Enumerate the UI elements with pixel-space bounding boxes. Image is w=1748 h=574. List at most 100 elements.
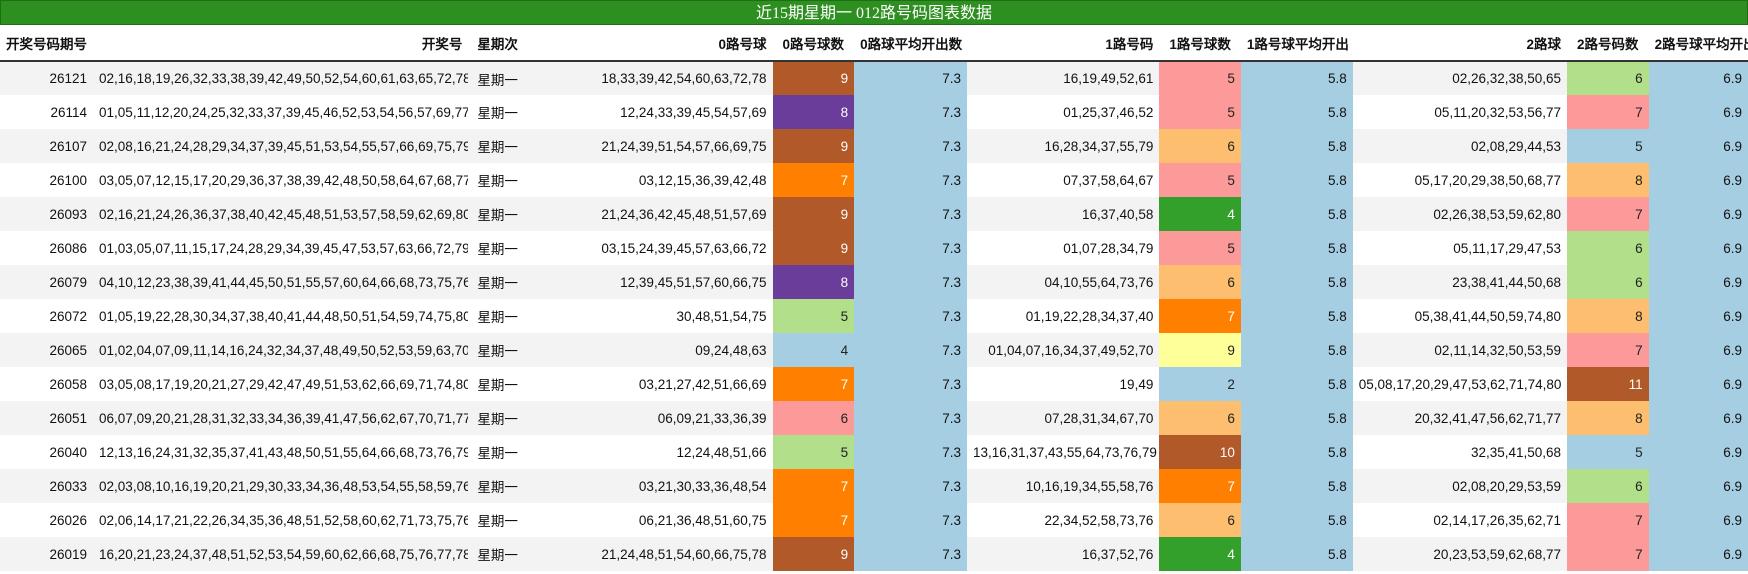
col-header-r1-count: 1路号球数 xyxy=(1159,25,1241,62)
cell-period: 26058 xyxy=(49,376,88,392)
cell-period: 26121 xyxy=(0,61,94,95)
cell-r1-count: 5 xyxy=(1159,163,1241,197)
cell-r2-avg: 6.9 xyxy=(1648,367,1748,401)
cell-r0-balls: 06,21,36,48,51,60,75 xyxy=(638,512,767,528)
cell-r1-count: 7 xyxy=(1159,299,1241,333)
cell-r1-avg: 5.8 xyxy=(1240,95,1353,129)
cell-r2-balls: 02,26,38,53,59,62,80 xyxy=(1352,197,1568,231)
cell-r2-balls: 02,14,17,26,35,62,71 xyxy=(1433,512,1562,528)
col-header-r1-balls: 1路号码 xyxy=(966,25,1160,62)
cell-r1-avg: 5.8 xyxy=(1240,469,1353,503)
cell-r2-balls: 02,08,29,44,53 xyxy=(1352,129,1568,163)
cell-r2-avg: 6.9 xyxy=(1648,469,1748,503)
cell-numbers: 02,03,08,10,16,19,20,21,29,30,33,34,36,4… xyxy=(93,469,469,503)
cell-weekday: 星期一 xyxy=(477,514,518,529)
cell-r2-count: 5 xyxy=(1567,435,1649,469)
cell-r0-avg: 7.3 xyxy=(854,503,967,537)
cell-r0-avg: 7.3 xyxy=(854,163,967,197)
table-row: 26114 01,05,11,12,20,24,25,32,33,37,39,45… xyxy=(0,95,1748,129)
cell-r2-balls: 05,11,17,29,47,53 xyxy=(1453,240,1562,256)
cell-r0-avg: 7.3 xyxy=(854,537,967,571)
cell-r2-avg: 6.9 xyxy=(1648,333,1748,367)
cell-r0-count: 9 xyxy=(772,537,855,571)
cell-period: 26065 xyxy=(0,333,94,367)
cell-r2-balls: 32,35,41,50,68 xyxy=(1470,444,1562,460)
cell-r0-balls: 21,24,48,51,54,60,66,75,78 xyxy=(526,537,773,571)
cell-r0-count: 7 xyxy=(772,367,855,401)
cell-r0-balls: 18,33,39,42,54,60,63,72,78 xyxy=(526,61,773,95)
cell-r2-count: 7 xyxy=(1567,537,1649,571)
cell-r2-count: 7 xyxy=(1567,95,1649,129)
cell-r0-avg: 7.3 xyxy=(854,333,967,367)
cell-r1-balls: 07,28,31,34,67,70 xyxy=(966,401,1160,435)
table-row: 26026 02,06,14,17,21,22,26,34,35,36,48,51… xyxy=(0,503,1748,537)
cell-r2-avg: 6.9 xyxy=(1648,435,1748,469)
cell-weekday: 星期一 xyxy=(477,446,518,461)
cell-r0-avg: 7.3 xyxy=(854,197,967,231)
cell-numbers: 04,10,12,23,38,39,41,44,45,50,51,55,57,6… xyxy=(93,265,469,299)
cell-r2-count: 6 xyxy=(1567,469,1649,503)
cell-r1-count: 2 xyxy=(1159,367,1241,401)
cell-r0-count: 5 xyxy=(772,435,855,469)
col-header-r0-count: 0路号球数 xyxy=(772,25,855,62)
cell-r2-count: 6 xyxy=(1567,265,1649,299)
cell-r2-balls: 02,11,14,32,50,53,59 xyxy=(1352,333,1568,367)
cell-r1-avg: 5.8 xyxy=(1240,503,1353,537)
cell-r0-balls: 12,24,33,39,45,54,57,69 xyxy=(620,104,767,120)
cell-r0-count: 9 xyxy=(772,197,855,231)
cell-r0-balls: 12,39,45,51,57,60,66,75 xyxy=(526,265,773,299)
cell-r1-count: 4 xyxy=(1159,537,1241,571)
cell-r0-balls: 03,12,15,36,39,42,48 xyxy=(638,172,767,188)
cell-r2-avg: 6.9 xyxy=(1648,231,1748,265)
cell-r2-balls: 05,17,20,29,38,50,68,77 xyxy=(1414,172,1562,188)
cell-r2-avg: 6.9 xyxy=(1648,299,1748,333)
cell-r1-balls: 07,37,58,64,67 xyxy=(1063,172,1154,188)
cell-r0-count: 7 xyxy=(772,469,855,503)
cell-r0-count: 8 xyxy=(772,265,855,299)
cell-r1-balls: 01,19,22,28,34,37,40 xyxy=(1025,308,1154,324)
cell-r1-avg: 5.8 xyxy=(1240,299,1353,333)
cell-weekday: 星期一 xyxy=(468,537,527,571)
cell-period: 26107 xyxy=(0,129,94,163)
cell-r1-count: 6 xyxy=(1159,265,1241,299)
cell-r0-avg: 7.3 xyxy=(854,435,967,469)
cell-r2-balls: 20,32,41,47,56,62,71,77 xyxy=(1352,401,1568,435)
cell-r0-balls: 09,24,48,63 xyxy=(526,333,773,367)
cell-r2-count: 7 xyxy=(1567,333,1649,367)
cell-r0-balls: 06,09,21,33,36,39 xyxy=(526,401,773,435)
table-row: 26033 02,03,08,10,16,19,20,21,29,30,33,34… xyxy=(0,469,1748,503)
cell-r2-avg: 6.9 xyxy=(1648,503,1748,537)
cell-r1-count: 9 xyxy=(1159,333,1241,367)
cell-period: 26086 xyxy=(49,240,88,256)
cell-r1-avg: 5.8 xyxy=(1240,333,1353,367)
cell-r1-balls: 16,37,52,76 xyxy=(966,537,1160,571)
cell-weekday: 星期一 xyxy=(468,197,527,231)
cell-r0-count: 9 xyxy=(772,231,855,265)
cell-r2-avg: 6.9 xyxy=(1648,163,1748,197)
data-table: 开奖号码期号 开奖号 星期次 0路号球 0路号球数 0路球平均开出数 1路号码 … xyxy=(0,25,1748,571)
cell-r2-count: 11 xyxy=(1567,367,1649,401)
cell-r2-balls: 20,23,53,59,62,68,77 xyxy=(1352,537,1568,571)
table-row: 26086 01,03,05,07,11,15,17,24,28,29,34,39… xyxy=(0,231,1748,265)
cell-r2-avg: 6.9 xyxy=(1648,197,1748,231)
col-header-r0-avg: 0路球平均开出数 xyxy=(854,25,967,62)
cell-numbers: 02,16,18,19,26,32,33,38,39,42,49,50,52,5… xyxy=(93,61,469,95)
cell-period: 26079 xyxy=(0,265,94,299)
cell-r1-count: 6 xyxy=(1159,129,1241,163)
cell-r0-avg: 7.3 xyxy=(854,129,967,163)
cell-r2-balls: 23,38,41,44,50,68 xyxy=(1352,265,1568,299)
cell-period: 26026 xyxy=(49,512,88,528)
cell-r0-avg: 7.3 xyxy=(854,299,967,333)
cell-r2-balls: 05,38,41,44,50,59,74,80 xyxy=(1414,308,1562,324)
cell-numbers: 02,06,14,17,21,22,26,34,35,36,48,51,52,5… xyxy=(99,512,469,528)
cell-weekday: 星期一 xyxy=(477,310,518,325)
cell-r1-count: 7 xyxy=(1159,469,1241,503)
cell-weekday: 星期一 xyxy=(477,106,518,121)
table-row: 26058 03,05,08,17,19,20,21,27,29,42,47,49… xyxy=(0,367,1748,401)
cell-r1-avg: 5.8 xyxy=(1240,401,1353,435)
cell-period: 26072 xyxy=(49,308,88,324)
cell-r2-count: 8 xyxy=(1567,401,1649,435)
cell-r1-count: 4 xyxy=(1159,197,1241,231)
table-row: 26100 03,05,07,12,15,17,20,29,36,37,38,39… xyxy=(0,163,1748,197)
table-body: 26121 02,16,18,19,26,32,33,38,39,42,49,50… xyxy=(0,61,1748,571)
